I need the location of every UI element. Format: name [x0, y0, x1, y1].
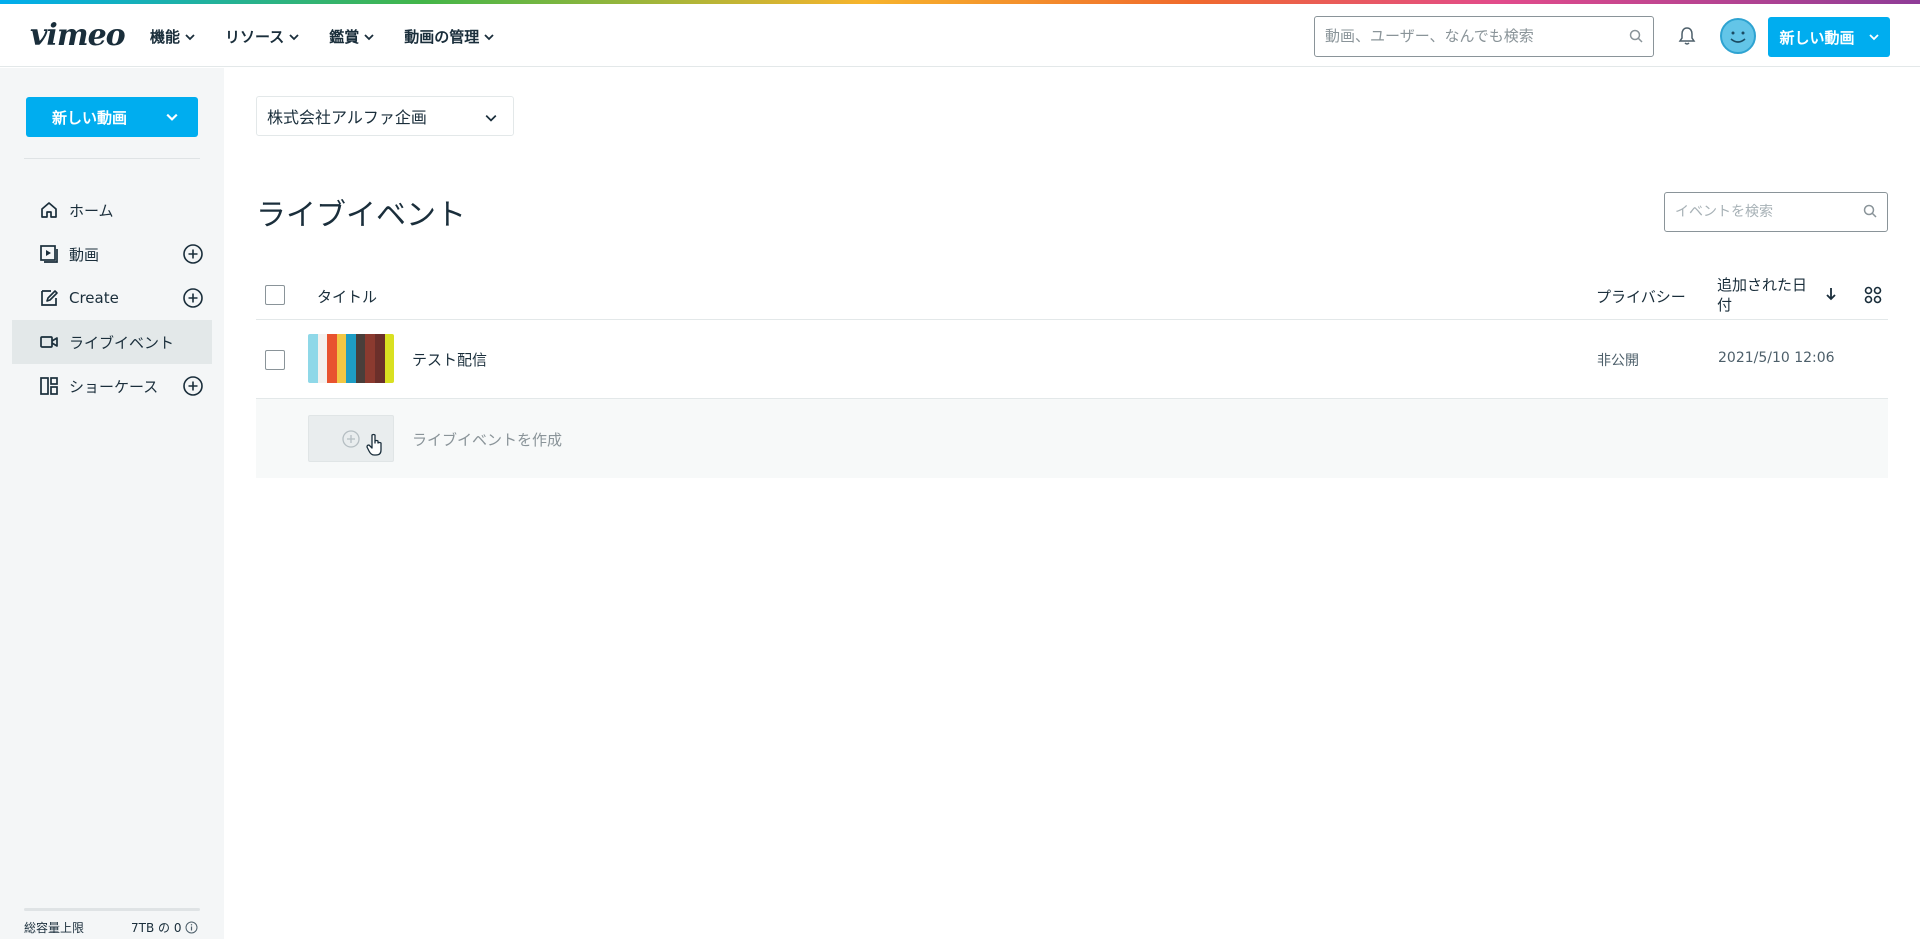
thumbnail-stripe	[374, 334, 385, 383]
create-live-event-label[interactable]: ライブイベントを作成	[412, 429, 562, 450]
nav-features[interactable]: 機能	[150, 26, 195, 47]
sort-descending-icon[interactable]	[1825, 286, 1837, 302]
live-events-table: タイトル プライバシー 追加された日付 テスト配信 非公開 2021/5/10 …	[256, 270, 1888, 478]
video-library-icon	[40, 245, 58, 263]
thumbnail-stripe	[384, 334, 394, 383]
chevron-down-icon	[185, 33, 195, 40]
live-camera-icon	[40, 336, 58, 348]
sidebar-item-live-events[interactable]: ライブイベント	[12, 320, 212, 364]
nav-resources[interactable]: リソース	[225, 26, 299, 47]
sidebar-new-video-button[interactable]: 新しい動画	[26, 97, 198, 137]
global-search	[1314, 16, 1654, 57]
sidebar-item-label: ホーム	[69, 201, 114, 220]
info-icon[interactable]	[185, 921, 198, 934]
event-thumbnail[interactable]	[308, 334, 394, 383]
sidebar-item-label: Create	[69, 289, 119, 307]
create-live-event-row[interactable]: ライブイベントを作成	[256, 399, 1888, 478]
showcase-icon	[40, 377, 58, 395]
nav-watch[interactable]: 鑑賞	[329, 26, 374, 47]
add-circle-icon[interactable]	[182, 375, 204, 397]
nav-manage-videos[interactable]: 動画の管理	[404, 26, 494, 47]
notification-bell-icon[interactable]	[1678, 26, 1696, 46]
thumbnail-stripe	[355, 334, 366, 383]
add-circle-icon	[342, 429, 360, 448]
table-header: タイトル プライバシー 追加された日付	[256, 270, 1888, 320]
chevron-down-icon	[484, 33, 494, 40]
event-search-input[interactable]	[1665, 193, 1845, 230]
sidebar-item-create[interactable]: Create	[12, 276, 212, 320]
sidebar-item-home[interactable]: ホーム	[12, 188, 212, 232]
event-date: 2021/5/10 12:06	[1718, 350, 1835, 366]
add-circle-icon[interactable]	[182, 287, 204, 309]
thumbnail-stripe	[317, 334, 328, 383]
row-checkbox[interactable]	[265, 350, 285, 370]
column-date-added[interactable]: 追加された日付	[1717, 275, 1807, 315]
sidebar: 新しい動画 ホーム 動画 Create ライブイベント ショーケース 総容量上限…	[0, 68, 224, 939]
thumbnail-stripe	[327, 334, 337, 383]
add-circle-icon[interactable]	[182, 243, 204, 265]
event-privacy: 非公開	[1597, 353, 1639, 369]
avatar[interactable]	[1720, 18, 1756, 54]
column-privacy[interactable]: プライバシー	[1596, 286, 1686, 307]
home-icon	[41, 202, 57, 218]
grid-view-icon[interactable]	[1864, 286, 1882, 304]
thumbnail-stripe	[308, 334, 318, 383]
vimeo-logo[interactable]: vimeo	[30, 18, 126, 53]
thumbnail-stripe	[346, 334, 356, 383]
hand-pointer-cursor-icon	[366, 433, 382, 456]
thumbnail-stripe	[336, 334, 347, 383]
top-nav: 機能 リソース 鑑賞 動画の管理	[150, 26, 494, 47]
sidebar-item-label: 動画	[69, 245, 100, 264]
create-icon	[41, 290, 58, 306]
event-title[interactable]: テスト配信	[412, 349, 487, 370]
column-title[interactable]: タイトル	[317, 286, 377, 307]
chevron-down-icon	[289, 33, 299, 40]
chevron-down-icon	[166, 113, 178, 121]
storage-value: 7TB の 0	[131, 919, 198, 936]
team-selector[interactable]: 株式会社アルファ企画	[256, 96, 514, 136]
sidebar-item-label: ショーケース	[69, 377, 159, 396]
storage-label: 総容量上限	[24, 921, 85, 935]
chevron-down-icon	[364, 33, 374, 40]
search-icon[interactable]	[1629, 29, 1643, 43]
table-row[interactable]: テスト配信 非公開 2021/5/10 12:06	[256, 320, 1888, 399]
header-new-video-button[interactable]: 新しい動画	[1768, 17, 1890, 57]
top-header: vimeo 機能 リソース 鑑賞 動画の管理 新しい動画	[0, 4, 1920, 67]
page-title: ライブイベント	[256, 198, 466, 233]
select-all-checkbox[interactable]	[265, 285, 285, 305]
storage-progress-bar	[24, 908, 200, 911]
search-icon[interactable]	[1863, 204, 1877, 218]
smiley-face-icon	[1730, 31, 1746, 43]
team-name: 株式会社アルファ企画	[267, 108, 427, 127]
chevron-down-icon	[1868, 34, 1879, 41]
sidebar-item-videos[interactable]: 動画	[12, 232, 212, 276]
sidebar-divider	[24, 158, 200, 159]
sidebar-item-showcase[interactable]: ショーケース	[12, 364, 212, 408]
global-search-input[interactable]	[1315, 17, 1605, 55]
thumbnail-stripe	[365, 334, 375, 383]
event-search	[1664, 192, 1888, 232]
sidebar-item-label: ライブイベント	[69, 333, 175, 352]
chevron-down-icon	[485, 115, 497, 122]
